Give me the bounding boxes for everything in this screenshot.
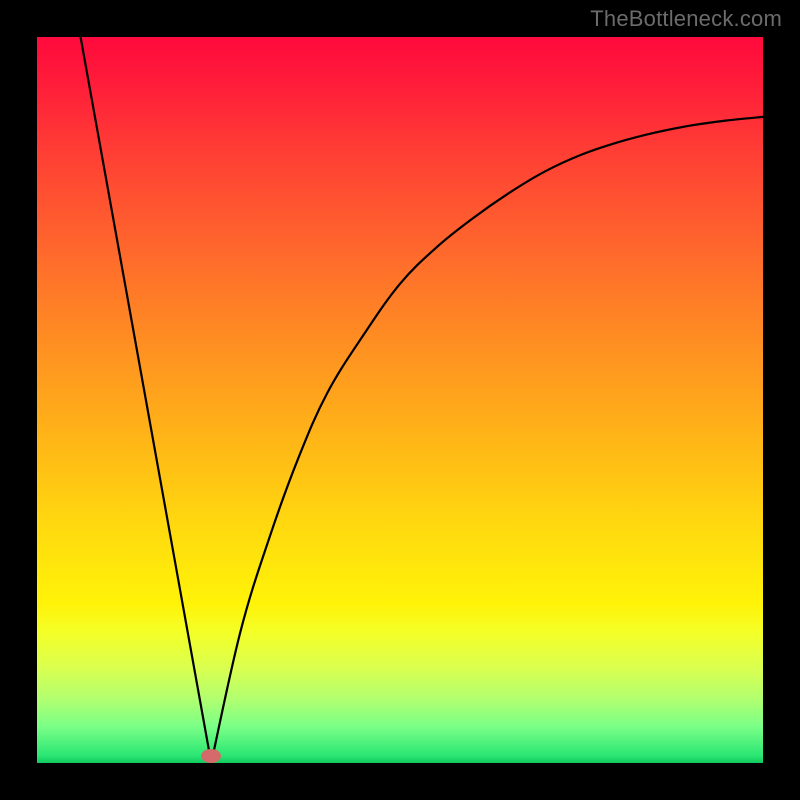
watermark-text: TheBottleneck.com xyxy=(590,6,782,32)
curve-svg xyxy=(37,37,763,763)
bottleneck-curve xyxy=(81,37,763,763)
chart-frame: TheBottleneck.com xyxy=(0,0,800,800)
minimum-marker-dot xyxy=(201,749,221,763)
plot-area xyxy=(37,37,763,763)
